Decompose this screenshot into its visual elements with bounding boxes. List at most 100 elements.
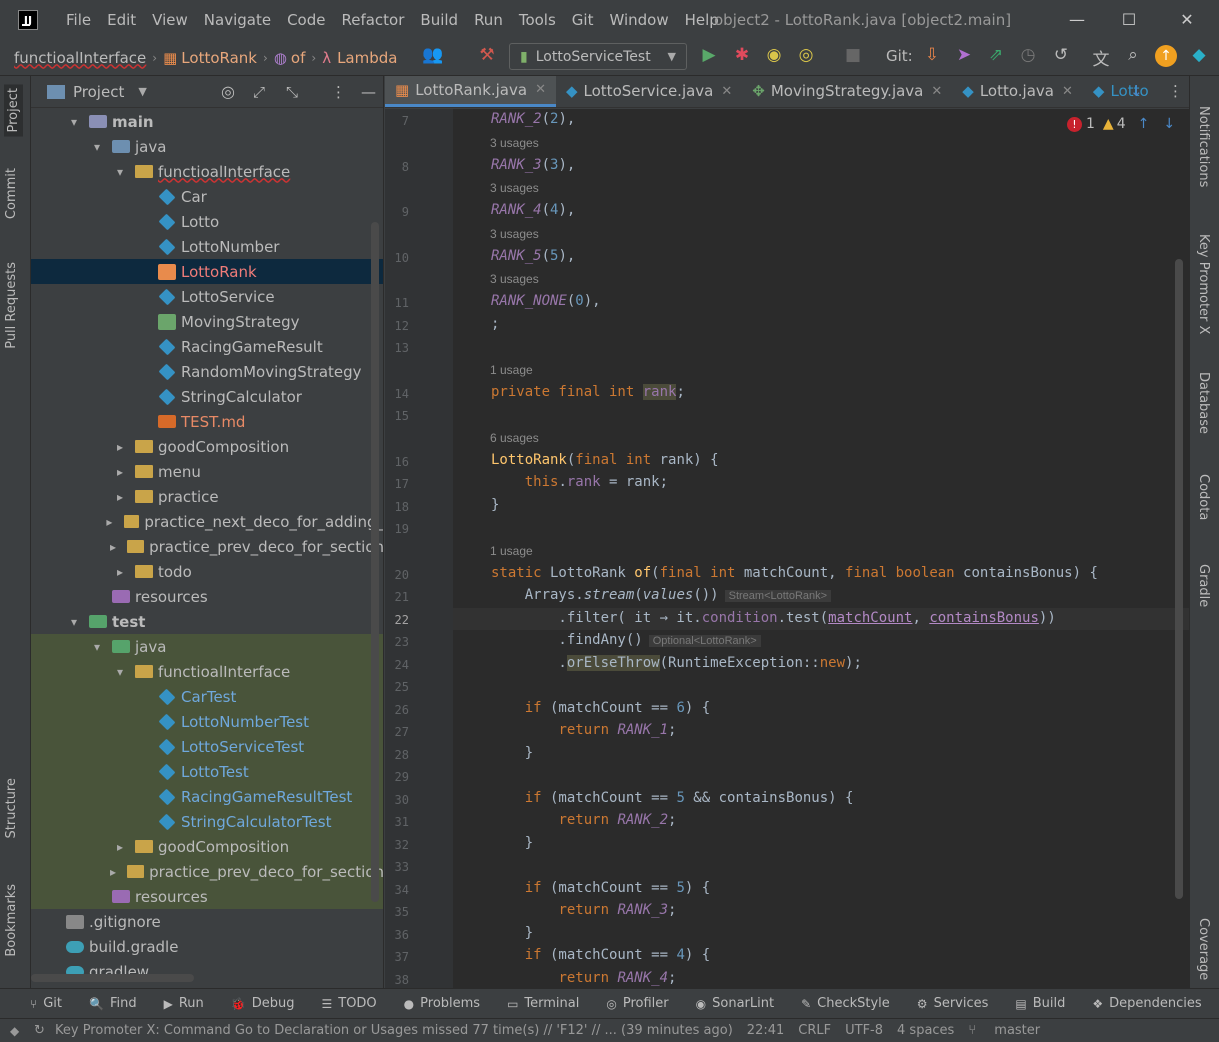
code-line[interactable]: LottoRank(final int rank) { <box>491 452 719 468</box>
tree-item[interactable]: LottoNumber <box>31 234 383 259</box>
code-line[interactable]: return RANK_2; <box>491 812 676 828</box>
chevron-right-icon[interactable]: ▸ <box>107 865 120 879</box>
profile-icon[interactable]: ◎ <box>795 45 817 65</box>
git-commit-icon[interactable]: ➤ <box>953 45 975 65</box>
usages-hint[interactable]: 3 usages <box>490 227 539 241</box>
tree-item[interactable]: LottoTest <box>31 759 383 784</box>
tree-item[interactable]: ▸ practice <box>31 484 383 509</box>
code-line[interactable]: if (matchCount == 5 && containsBonus) { <box>491 790 854 806</box>
code-editor[interactable]: 7 8 9 10 11 12 13 14 15 16 17 18 19 20 21 22 23 24 25 26 27 2… <box>385 109 1189 988</box>
codota-tool-tab[interactable]: Codota <box>1196 474 1211 520</box>
tree-item[interactable]: RacingGameResultTest <box>31 784 383 809</box>
chevron-right-icon[interactable]: ▸ <box>103 515 115 529</box>
chevron-down-icon[interactable]: ▾ <box>90 140 104 154</box>
status-toggle-icon[interactable]: ◆ <box>10 1024 19 1038</box>
expand-all-icon[interactable]: ⤢ <box>253 83 265 101</box>
locate-target-icon[interactable]: ◎ <box>221 82 235 101</box>
close-window-button[interactable]: ✕ <box>1172 8 1202 32</box>
tree-item[interactable]: ▾ functioalInterface <box>31 659 383 684</box>
tree-item[interactable]: ▾ functioalInterface <box>31 159 383 184</box>
tab-lotto[interactable]: ◆ Lotto <box>1083 76 1159 107</box>
caret-position[interactable]: 22:41 <box>747 1023 784 1038</box>
collapse-all-icon[interactable]: ⤡ <box>286 83 298 101</box>
tree-item[interactable]: ▾ java <box>31 634 383 659</box>
search-icon[interactable]: ⌕ <box>1122 45 1144 65</box>
tree-item[interactable]: Lotto <box>31 209 383 234</box>
maximize-button[interactable]: ☐ <box>1114 8 1144 32</box>
pull-requests-tool-tab[interactable]: Pull Requests <box>4 262 19 349</box>
breadcrumb-lambda[interactable]: λ Lambda <box>318 49 401 67</box>
tool-window-build[interactable]: ▤ Build <box>1015 996 1065 1011</box>
code-line[interactable]: } <box>491 745 533 761</box>
code-line[interactable]: if (matchCount == 5) { <box>491 880 710 896</box>
tool-window-sonarlint[interactable]: ◉ SonarLint <box>696 996 774 1011</box>
usages-hint[interactable]: 3 usages <box>490 272 539 286</box>
inspection-widget[interactable]: ! 1 ▲ 4 ↑ ↓ <box>1067 116 1175 132</box>
menu-item-view[interactable]: View <box>144 11 196 29</box>
code-line[interactable]: Arrays.stream(values()) Stream<LottoRank> <box>491 587 832 603</box>
editor-scrollbar[interactable] <box>1175 259 1183 899</box>
tree-item[interactable]: ▾ java <box>31 134 383 159</box>
usages-hint[interactable]: 1 usage <box>490 363 533 377</box>
code-line[interactable]: ; <box>491 316 499 332</box>
tree-item[interactable]: TEST.md <box>31 409 383 434</box>
chevron-down-icon[interactable]: ▾ <box>113 665 127 679</box>
tab-movingstrategy-java[interactable]: ✥ MovingStrategy.java ✕ <box>742 76 952 107</box>
tool-window-problems[interactable]: ● Problems <box>404 996 480 1011</box>
chevron-right-icon[interactable]: ▸ <box>107 540 120 554</box>
menu-item-file[interactable]: File <box>58 11 99 29</box>
tab-lotto-java[interactable]: ◆ Lotto.java ✕ <box>952 76 1083 107</box>
code-line[interactable]: RANK_3(3), <box>491 157 575 173</box>
hide-panel-icon[interactable]: — <box>361 83 376 101</box>
next-highlight-icon[interactable]: ↓ <box>1163 116 1175 132</box>
minimize-button[interactable]: — <box>1062 8 1092 32</box>
structure-tool-tab[interactable]: Structure <box>4 778 19 838</box>
tree-item[interactable]: LottoService <box>31 284 383 309</box>
git-branch[interactable]: ⑂ master <box>968 1023 1054 1038</box>
database-tool-tab[interactable]: Database <box>1196 372 1211 434</box>
tab-lottorank-java[interactable]: ▦ LottoRank.java ✕ <box>385 76 556 107</box>
code-line[interactable]: private final int rank; <box>491 383 685 400</box>
code-line[interactable]: static LottoRank of(final int matchCount… <box>491 565 1098 581</box>
code-line[interactable]: .orElseThrow(RuntimeException::new); <box>491 654 862 671</box>
gradle-tool-tab[interactable]: Gradle <box>1196 564 1211 607</box>
bookmarks-tool-tab[interactable]: Bookmarks <box>4 884 19 957</box>
tree-item[interactable]: build.gradle <box>31 934 383 959</box>
usages-hint[interactable]: 1 usage <box>490 544 533 558</box>
menu-item-navigate[interactable]: Navigate <box>196 11 279 29</box>
coverage-tool-tab[interactable]: Coverage <box>1196 918 1211 980</box>
tree-item[interactable]: MovingStrategy <box>31 309 383 334</box>
chevron-down-icon[interactable]: ▾ <box>90 640 104 654</box>
coverage-icon[interactable]: ◉ <box>763 45 785 65</box>
tree-item[interactable]: ▸ practice_next_deco_for_adding_ <box>31 509 383 534</box>
tree-item[interactable]: CarTest <box>31 684 383 709</box>
project-panel-title[interactable]: Project <box>73 83 124 101</box>
tree-horizontal-scrollbar[interactable] <box>31 974 194 982</box>
code-with-me-icon[interactable]: ◆ <box>1188 45 1210 65</box>
chevron-down-icon[interactable]: ▾ <box>113 165 127 179</box>
debug-icon[interactable]: ✱ <box>731 45 753 65</box>
key-promoter-tool-tab[interactable]: Key Promoter X <box>1196 234 1211 334</box>
tool-window-debug[interactable]: 🐞 Debug <box>231 996 295 1011</box>
code-line[interactable]: .filter( it → it.condition.test(matchCou… <box>491 610 1055 626</box>
usages-hint[interactable]: 3 usages <box>490 136 539 150</box>
tool-window-run[interactable]: ▶ Run <box>164 996 204 1011</box>
code-line[interactable]: return RANK_4; <box>491 970 676 986</box>
translate-icon[interactable]: 文 <box>1090 45 1112 70</box>
usages-hint[interactable]: 6 usages <box>490 431 539 445</box>
tabs-dropdown-icon[interactable]: ↓ <box>1130 82 1143 100</box>
tool-window-profiler[interactable]: ◎ Profiler <box>606 996 668 1011</box>
stop-icon[interactable]: ■ <box>842 45 864 65</box>
tree-item[interactable]: ▸ practice_prev_deco_for_section <box>31 534 383 559</box>
tree-item[interactable]: StringCalculatorTest <box>31 809 383 834</box>
chevron-right-icon[interactable]: ▸ <box>113 565 127 579</box>
run-configuration-select[interactable]: ▮ LottoServiceTest ▼ <box>509 43 687 70</box>
rollback-icon[interactable]: ↺ <box>1050 45 1072 65</box>
tree-item[interactable]: RandomMovingStrategy <box>31 359 383 384</box>
project-tool-tab[interactable]: Project <box>4 84 23 137</box>
usages-hint[interactable]: 3 usages <box>490 181 539 195</box>
build-hammer-icon[interactable]: ⚒ <box>476 45 498 65</box>
menu-item-build[interactable]: Build <box>412 11 466 29</box>
tree-item[interactable]: ▸ practice_prev_deco_for_section <box>31 859 383 884</box>
breadcrumb-method[interactable]: ◍ of <box>270 49 310 67</box>
